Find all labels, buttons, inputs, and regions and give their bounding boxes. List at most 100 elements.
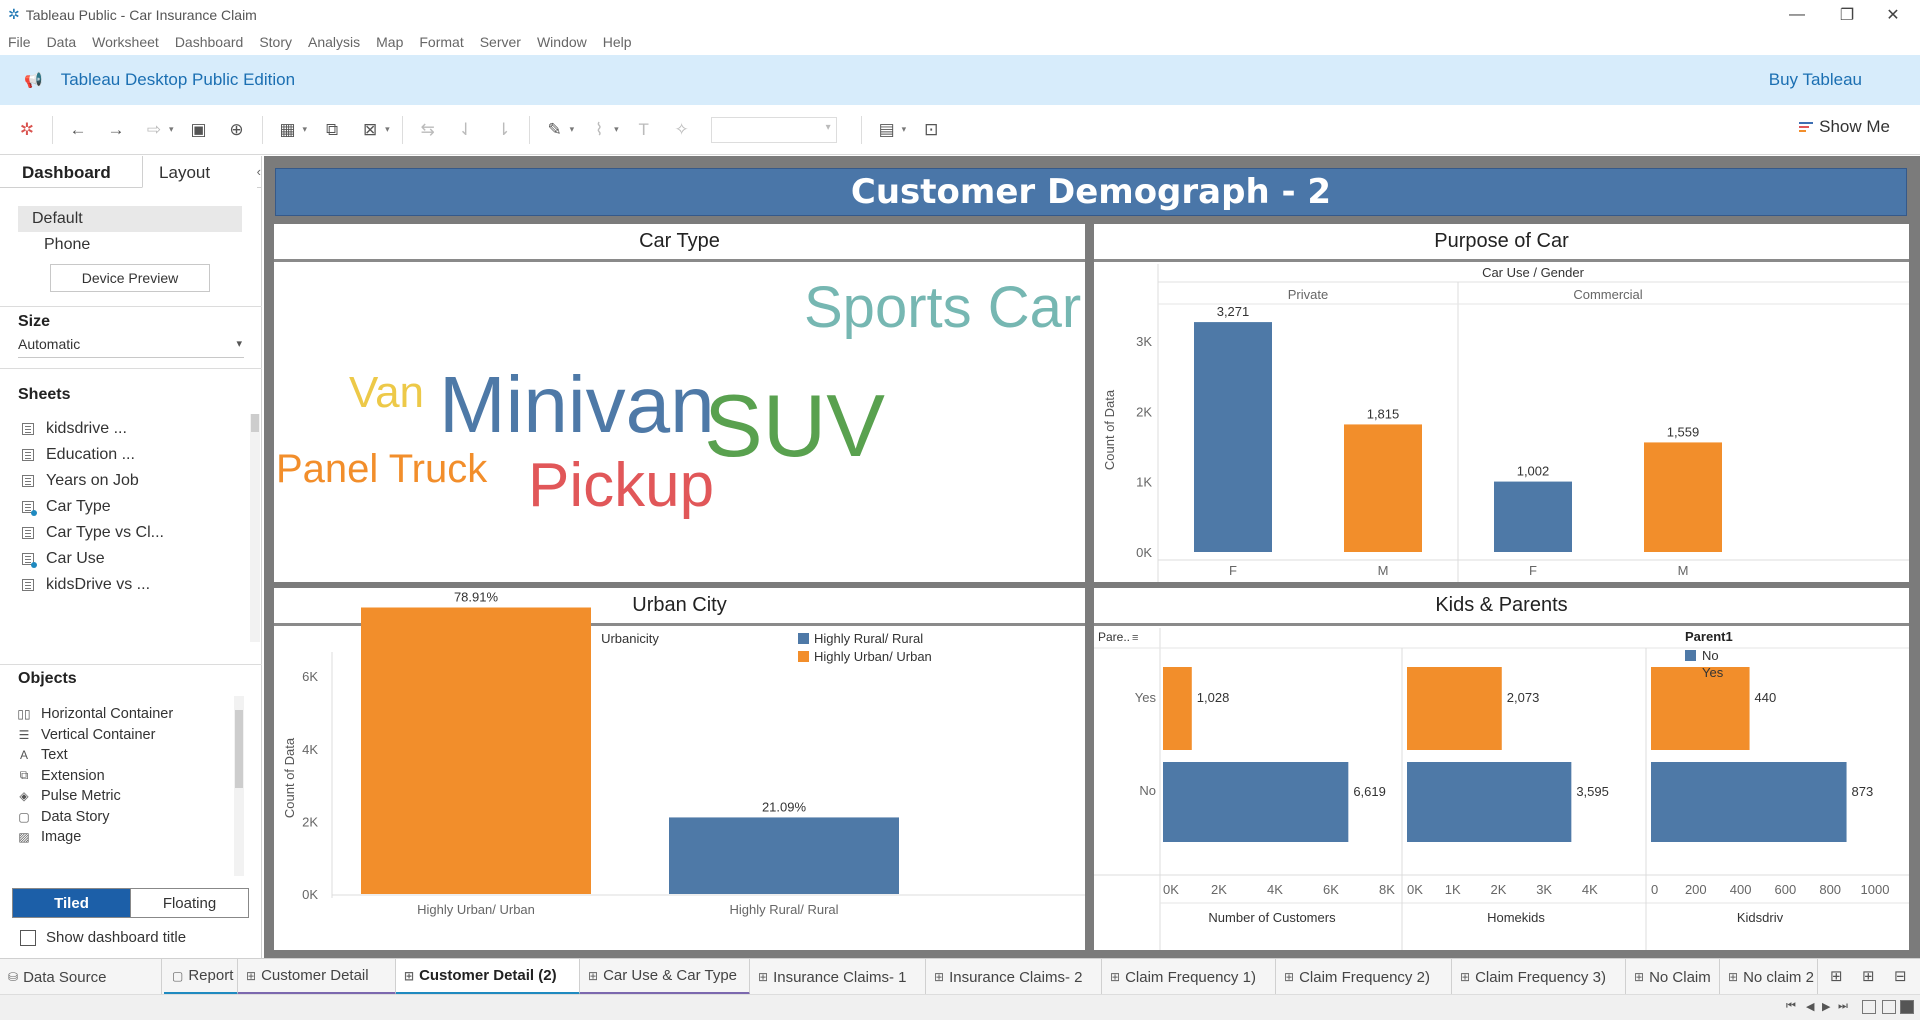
restore-button[interactable]: ❐: [1824, 0, 1870, 29]
show-cards-dropdown-icon[interactable]: ▾: [902, 124, 907, 135]
close-button[interactable]: ✕: [1870, 0, 1916, 29]
object-item[interactable]: A Text: [16, 745, 68, 765]
last-sheet-icon[interactable]: ⏭: [1838, 1000, 1848, 1013]
kids-parents-pane[interactable]: Kids & Parents Pare.. ≡ Yes No 1,028 6,619 0K 2…: [1094, 588, 1909, 950]
sheets-scrollbar[interactable]: [250, 414, 260, 642]
buy-tableau-link[interactable]: Buy Tableau: [1769, 70, 1862, 90]
new-story-icon[interactable]: ⊟: [1894, 967, 1907, 985]
pin-icon[interactable]: ✧: [669, 117, 695, 143]
data-source-tab[interactable]: ⛁ Data Source: [0, 959, 162, 995]
save-icon[interactable]: ▣: [186, 117, 212, 143]
first-sheet-icon[interactable]: ⏮: [1786, 1000, 1796, 1013]
sheet-item[interactable]: kidsdrive ...: [22, 418, 127, 440]
sheets-scroll-thumb[interactable]: [251, 414, 259, 432]
legend-swatch: [798, 651, 809, 662]
replay-icon[interactable]: ⇨: [141, 117, 167, 143]
sheet-tab[interactable]: ⊞ Car Use & Car Type: [580, 959, 750, 995]
presentation-mode-icon[interactable]: ⊡: [918, 117, 944, 143]
minimize-button[interactable]: —: [1774, 0, 1820, 29]
menu-map[interactable]: Map: [376, 34, 403, 50]
sheet-tab[interactable]: ⊞ Insurance Claims- 1: [750, 959, 926, 995]
tiled-floating-toggle: Tiled Floating: [12, 888, 249, 918]
object-item[interactable]: ☰ Vertical Container: [16, 725, 156, 745]
sheet-item[interactable]: Car Type: [22, 496, 111, 518]
clear-sheet-icon[interactable]: ⊠: [357, 117, 383, 143]
sheet-tab[interactable]: ⊞ No claim 2: [1720, 959, 1818, 995]
menu-help[interactable]: Help: [603, 34, 632, 50]
tableau-home-icon[interactable]: ✲: [14, 117, 40, 143]
sheet-tab[interactable]: ⊞ Claim Frequency 2): [1276, 959, 1452, 995]
collapse-panel-icon[interactable]: ‹: [257, 156, 261, 187]
show-title-checkbox[interactable]: [20, 929, 36, 946]
sheet-item[interactable]: kidsDrive vs ...: [22, 574, 150, 596]
device-preview-button[interactable]: Device Preview: [50, 264, 210, 292]
undo-icon[interactable]: ←: [65, 117, 91, 143]
next-sheet-icon[interactable]: ▶: [1822, 1000, 1830, 1013]
object-item[interactable]: ▯▯ Horizontal Container: [16, 704, 173, 724]
new-dashboard-icon[interactable]: ⊞: [1862, 967, 1875, 985]
show-dashboard-title-option[interactable]: Show dashboard title: [20, 929, 186, 946]
menu-story[interactable]: Story: [259, 34, 292, 50]
purpose-of-car-pane[interactable]: Purpose of Car Car Use / Gender 0K 1K 2K 3K C…: [1094, 224, 1909, 582]
group-dropdown-icon[interactable]: ▾: [614, 124, 619, 135]
floating-button[interactable]: Floating: [130, 889, 248, 917]
objects-scrollbar[interactable]: [234, 696, 244, 876]
show-cards-icon[interactable]: ▤: [874, 117, 900, 143]
tab-view-icon[interactable]: [1900, 1000, 1914, 1014]
sheet-item[interactable]: Years on Job: [22, 470, 139, 492]
redo-icon[interactable]: →: [103, 117, 129, 143]
previous-sheet-icon[interactable]: ◀: [1806, 1000, 1814, 1013]
object-item[interactable]: ▨ Image: [16, 827, 81, 847]
sheet-tab[interactable]: ⊞ No Claim: [1626, 959, 1720, 995]
highlight-dropdown-icon[interactable]: ▾: [570, 124, 575, 135]
sheet-tab[interactable]: ⊞ Customer Detail (2): [396, 959, 580, 995]
urban-city-pane[interactable]: Urban City Urbanicity 0K 2K 4K 6K Count of Da…: [274, 588, 1085, 950]
tab-layout[interactable]: Layout: [142, 156, 257, 188]
clear-dropdown-icon[interactable]: ▾: [385, 124, 390, 135]
duplicate-sheet-icon[interactable]: ⧉: [319, 117, 345, 143]
object-item[interactable]: ▢ Data Story: [16, 807, 109, 827]
menu-dashboard[interactable]: Dashboard: [175, 34, 244, 50]
object-item[interactable]: ⧉ Extension: [16, 766, 105, 786]
sheet-item[interactable]: Car Type vs Cl...: [22, 522, 164, 544]
menu-server[interactable]: Server: [480, 34, 521, 50]
sheet-item[interactable]: Education ...: [22, 444, 135, 466]
new-worksheet-dropdown-icon[interactable]: ▾: [303, 124, 308, 135]
filmstrip-view-icon[interactable]: [1862, 1000, 1876, 1014]
show-me-button[interactable]: Show Me: [1799, 117, 1890, 137]
menu-window[interactable]: Window: [537, 34, 587, 50]
fit-dropdown[interactable]: [710, 116, 837, 143]
tab-dashboard[interactable]: Dashboard: [0, 156, 142, 187]
grid-view-icon[interactable]: [1882, 1000, 1896, 1014]
group-icon[interactable]: ⌇: [586, 117, 612, 143]
size-dropdown[interactable]: Automatic: [18, 336, 244, 358]
menu-analysis[interactable]: Analysis: [308, 34, 360, 50]
replay-dropdown-icon[interactable]: ▾: [169, 124, 174, 135]
sheet-tab[interactable]: ⊞ Claim Frequency 1): [1102, 959, 1276, 995]
sheet-item[interactable]: Car Use: [22, 548, 105, 570]
menu-data[interactable]: Data: [47, 34, 77, 50]
device-phone[interactable]: Phone: [0, 232, 262, 258]
new-worksheet-icon[interactable]: ▦: [275, 117, 301, 143]
x-category-label: M: [1378, 563, 1389, 578]
sort-descending-icon[interactable]: ⇂: [491, 117, 517, 143]
menu-worksheet[interactable]: Worksheet: [92, 34, 159, 50]
car-type-pane[interactable]: Car Type Sports Car Van Minivan SUV Panel Tr…: [274, 224, 1085, 582]
objects-scroll-thumb[interactable]: [235, 710, 243, 788]
new-worksheet-icon[interactable]: ⊞: [1830, 967, 1843, 985]
swap-axes-icon[interactable]: ⇆: [415, 117, 441, 143]
sheet-item-label: kidsDrive vs ...: [46, 576, 151, 593]
menu-file[interactable]: File: [8, 34, 31, 50]
tiled-button[interactable]: Tiled: [13, 889, 130, 917]
sheet-tab[interactable]: ▢ Report: [164, 959, 238, 995]
new-data-source-icon[interactable]: ⊕: [224, 117, 250, 143]
sort-ascending-icon[interactable]: ⇃: [453, 117, 479, 143]
label-icon[interactable]: T: [631, 117, 657, 143]
menu-format[interactable]: Format: [419, 34, 463, 50]
object-item[interactable]: ◈ Pulse Metric: [16, 786, 120, 806]
highlight-icon[interactable]: ✎: [542, 117, 568, 143]
device-default[interactable]: Default: [18, 206, 242, 232]
sheet-tab[interactable]: ⊞ Insurance Claims- 2: [926, 959, 1102, 995]
sheet-tab[interactable]: ⊞ Customer Detail: [238, 959, 396, 995]
sheet-tab[interactable]: ⊞ Claim Frequency 3): [1452, 959, 1626, 995]
